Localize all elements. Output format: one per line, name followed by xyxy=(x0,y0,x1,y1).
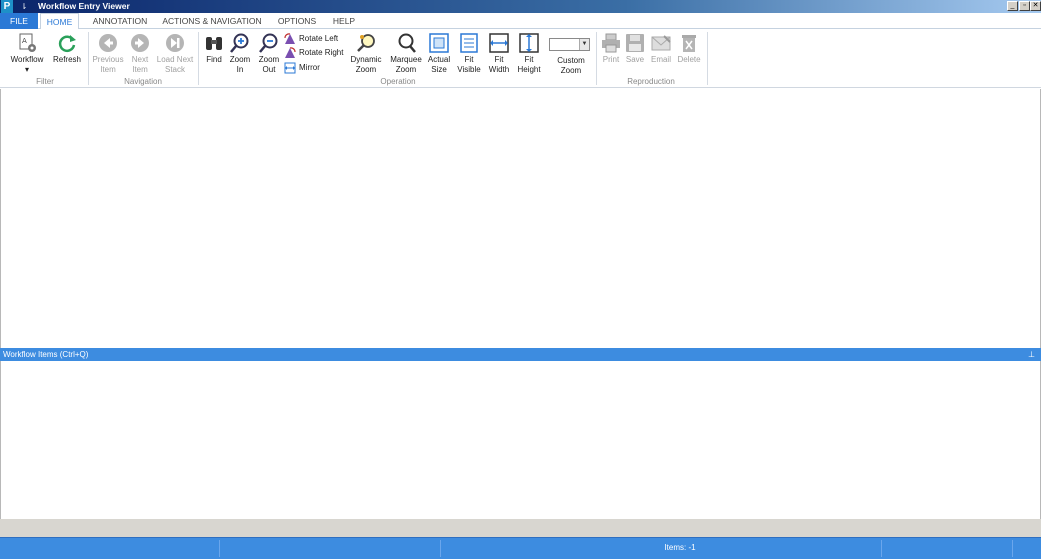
group-divider xyxy=(707,32,708,85)
group-label-operation: Operation xyxy=(380,77,416,86)
tab-annotation[interactable]: ANNOTATION xyxy=(88,13,152,29)
status-divider xyxy=(440,540,441,557)
arrow-left-icon xyxy=(99,34,117,52)
tab-options[interactable]: OPTIONS xyxy=(272,13,322,29)
group-divider xyxy=(596,32,597,85)
ribbon-tabs: FILE HOME ANNOTATION ACTIONS & NAVIGATIO… xyxy=(0,13,1041,30)
rotate-left-button[interactable]: Rotate Left xyxy=(284,32,338,45)
tab-file[interactable]: FILE xyxy=(0,13,38,29)
print-button[interactable]: Print xyxy=(599,32,623,65)
window-title: Workflow Entry Viewer xyxy=(38,1,130,11)
custom-zoom-label: Custom Zoom xyxy=(557,56,585,75)
next-item-button[interactable]: Next Item xyxy=(126,32,154,75)
trash-icon xyxy=(682,35,696,52)
actual-size-button[interactable]: Actual Size xyxy=(426,32,452,75)
group-label-filter: Filter xyxy=(36,77,54,86)
fit-height-icon xyxy=(519,33,539,53)
marquee-zoom-icon xyxy=(398,33,416,53)
title-bar: P ⇂ Workflow Entry Viewer _ ▫ ✕ xyxy=(0,0,1041,13)
skip-next-icon xyxy=(166,34,184,52)
rotate-right-button[interactable]: Rotate Right xyxy=(284,46,343,59)
status-bar: Items: -1 xyxy=(0,537,1041,559)
svg-text:A: A xyxy=(22,37,27,45)
horizontal-scroll-area[interactable] xyxy=(0,519,1041,537)
fit-width-icon xyxy=(489,33,509,53)
arrow-right-icon xyxy=(131,34,149,52)
workflow-button[interactable]: A Workflow ▾ xyxy=(8,32,46,75)
tab-help[interactable]: HELP xyxy=(328,13,360,29)
items-count: Items: -1 xyxy=(664,543,696,552)
custom-zoom-select[interactable]: ▼ xyxy=(549,38,590,51)
close-button[interactable]: ✕ xyxy=(1030,1,1041,11)
fit-width-button[interactable]: Fit Width xyxy=(486,32,512,75)
workflow-icon: A xyxy=(19,33,36,52)
save-button[interactable]: Save xyxy=(624,32,646,65)
zoom-out-icon xyxy=(259,33,278,53)
dropdown-arrow-icon: ▾ xyxy=(24,65,29,74)
zoom-in-icon xyxy=(230,33,249,53)
pin-icon[interactable]: ⊥ xyxy=(1028,348,1035,361)
minimize-button[interactable]: _ xyxy=(1007,1,1018,11)
status-divider xyxy=(881,540,882,557)
printer-icon xyxy=(602,33,620,53)
status-divider xyxy=(1012,540,1013,557)
fit-visible-icon xyxy=(460,33,478,53)
email-button[interactable]: Email xyxy=(648,32,674,65)
group-label-navigation: Navigation xyxy=(124,77,162,86)
quick-access-icon[interactable]: ⇂ xyxy=(16,1,32,12)
actual-size-icon xyxy=(429,33,449,53)
group-divider xyxy=(198,32,199,85)
previous-item-button[interactable]: Previous Item xyxy=(92,32,124,75)
document-viewer[interactable] xyxy=(0,89,1041,348)
group-label-reproduction: Reproduction xyxy=(627,77,675,86)
ribbon: A Workflow ▾ Refresh Filter Previous Ite… xyxy=(0,29,1041,88)
binoculars-icon xyxy=(206,37,222,50)
restore-button[interactable]: ▫ xyxy=(1019,1,1030,11)
floppy-disk-icon xyxy=(626,34,644,52)
load-next-stack-button[interactable]: Load Next Stack xyxy=(156,32,194,75)
tab-home[interactable]: HOME xyxy=(40,13,79,30)
status-divider xyxy=(219,540,220,557)
mirror-icon xyxy=(284,62,296,74)
find-button[interactable]: Find xyxy=(202,32,226,65)
rotate-left-icon xyxy=(284,33,295,44)
panel-title: Workflow Items (Ctrl+Q) xyxy=(3,350,89,359)
app-icon[interactable]: P xyxy=(1,0,13,13)
tab-actions-navigation[interactable]: ACTIONS & NAVIGATION xyxy=(160,13,264,29)
rotate-right-icon xyxy=(285,47,296,58)
refresh-icon xyxy=(58,35,76,52)
fit-visible-button[interactable]: Fit Visible xyxy=(456,32,482,75)
workflow-items-panel-header[interactable]: Workflow Items (Ctrl+Q) ⊥ xyxy=(0,348,1041,361)
zoom-out-button[interactable]: Zoom Out xyxy=(256,32,282,75)
envelope-icon xyxy=(651,35,671,51)
mirror-button[interactable]: Mirror xyxy=(284,61,320,74)
group-divider xyxy=(88,32,89,85)
dynamic-zoom-button[interactable]: Dynamic Zoom xyxy=(348,32,384,75)
workflow-items-panel[interactable] xyxy=(0,361,1041,519)
dynamic-zoom-icon xyxy=(357,34,375,52)
zoom-in-button[interactable]: Zoom In xyxy=(228,32,252,75)
chevron-down-icon[interactable]: ▼ xyxy=(579,39,589,50)
marquee-zoom-button[interactable]: Marquee Zoom xyxy=(388,32,424,75)
fit-height-button[interactable]: Fit Height xyxy=(514,32,544,75)
refresh-button[interactable]: Refresh xyxy=(52,32,82,65)
delete-button[interactable]: Delete xyxy=(676,32,702,65)
